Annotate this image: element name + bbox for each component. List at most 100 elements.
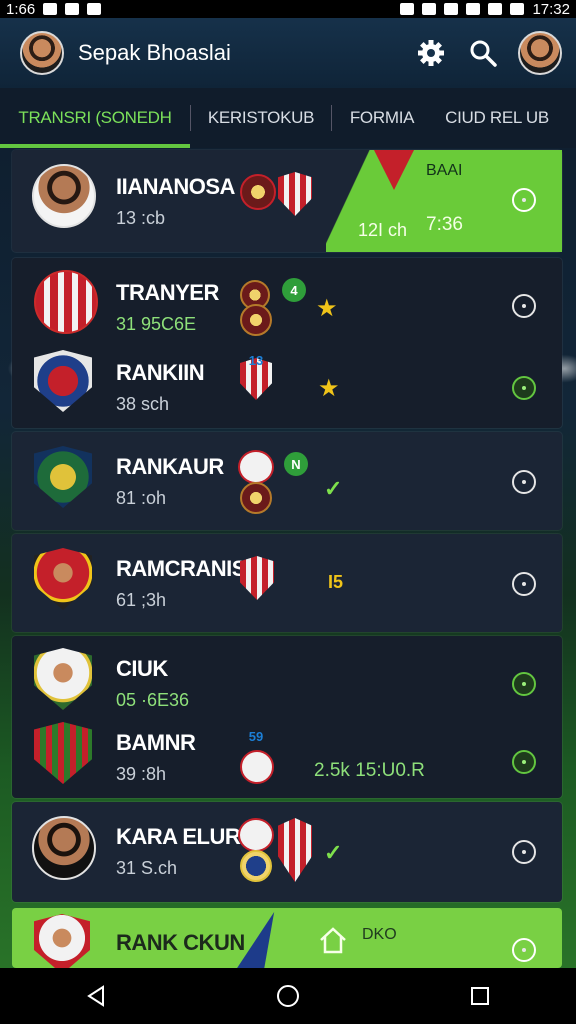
- search-button[interactable]: [466, 36, 500, 70]
- battery-icon: [510, 3, 525, 15]
- home-icon: [320, 927, 346, 954]
- player-name: RANKAUR: [116, 454, 224, 479]
- list-card[interactable]: TRANYER 31 95C6E 4 ★ RANKIIN 38 sch 13 ★: [12, 258, 562, 428]
- list-card[interactable]: CIUK 05 ·6E36 BAMNR 39 :8h 59 2.5k 15:U0…: [12, 636, 562, 798]
- player-name: RAMCRANIS: [116, 556, 246, 581]
- club-crest-icon: [238, 818, 274, 852]
- back-icon[interactable]: [83, 983, 109, 1009]
- tab-label: KERISTOKUB: [207, 108, 315, 127]
- rating-badge: 59: [248, 728, 264, 744]
- gear-icon: [418, 40, 444, 66]
- rating-badge: 4: [282, 278, 306, 302]
- star-icon: ★: [318, 375, 340, 402]
- player-name: CIUK: [116, 656, 168, 681]
- flag-icon: [372, 150, 416, 190]
- tab-bar: TRANSRI (SONEDH KERISTOKUB FORMIA CIUD R…: [0, 88, 576, 148]
- dot-icon: [522, 198, 526, 202]
- arrow-shape: [227, 912, 275, 968]
- location-icon: [422, 3, 437, 15]
- club-crest: [34, 446, 96, 508]
- player-name: BAMNR: [116, 730, 196, 755]
- dot-icon: [522, 760, 526, 764]
- item-tag: DKO: [362, 926, 397, 943]
- tab-label: CIUD REL UB: [445, 108, 549, 127]
- more-button[interactable]: [512, 572, 536, 596]
- tab-keristokub[interactable]: KERISTOKUB: [191, 88, 331, 148]
- promo-left-value: 12I ch: [358, 220, 408, 240]
- status-bar: 1:66 17:32: [0, 0, 576, 18]
- tab-formia[interactable]: FORMIA: [332, 88, 432, 148]
- dot-icon: [522, 948, 526, 952]
- club-crest-icon: [278, 818, 312, 882]
- player-name: TRANYER: [116, 280, 219, 305]
- list-card[interactable]: KARA ELUR 31 S.ch ✓: [12, 802, 562, 902]
- wifi-icon: [466, 3, 481, 15]
- list-card[interactable]: RANKAUR 81 :oh N ✓: [12, 432, 562, 530]
- home-nav-icon[interactable]: [275, 983, 301, 1009]
- club-crest: [34, 914, 96, 968]
- rating-badge: N: [284, 452, 308, 476]
- club-crest-icon: [238, 450, 274, 484]
- rating-badge: 13: [248, 352, 264, 368]
- player-subtext: 05 ·6E36: [116, 690, 190, 710]
- player-subtext: 39 :8h: [116, 764, 167, 784]
- status-time-right: 17:32: [532, 0, 570, 18]
- app-title: Sepak Bhoaslai: [78, 40, 231, 65]
- item-value: I5: [328, 572, 344, 592]
- tab-club[interactable]: CIUD REL UB: [432, 88, 562, 148]
- club-crest-icon: [240, 556, 274, 600]
- list-card[interactable]: RANK CKUN DKO: [12, 908, 562, 968]
- item-timestamp: 2.5k 15:U0.R: [314, 760, 425, 781]
- club-crest: [34, 648, 96, 710]
- more-button[interactable]: [512, 672, 536, 696]
- club-crest: [34, 722, 96, 784]
- player-subtext: 38 sch: [116, 394, 170, 414]
- more-button[interactable]: [512, 188, 536, 212]
- more-button[interactable]: [512, 376, 536, 400]
- system-nav-bar: [0, 968, 576, 1024]
- sync-icon: [43, 3, 58, 15]
- promo-label: BAAI: [426, 162, 463, 179]
- app-bar: Sepak Bhoaslai: [0, 18, 576, 88]
- tab-transfers[interactable]: TRANSRI (SONEDH: [0, 88, 190, 148]
- list-card[interactable]: IIANANOSA 13 :cb 18 BAAI 12I ch 7:36: [12, 150, 562, 252]
- check-icon: ✓: [324, 840, 343, 865]
- star-icon: ★: [316, 295, 338, 322]
- vibrate-icon: [444, 3, 459, 15]
- player-photo: [34, 270, 98, 334]
- dot-icon: [522, 582, 526, 586]
- more-button[interactable]: [512, 750, 536, 774]
- promo-banner[interactable]: BAAI 12I ch 7:36: [326, 150, 562, 252]
- dot-icon: [522, 304, 526, 308]
- dot-icon: [522, 850, 526, 854]
- tab-label: FORMIA: [349, 108, 415, 127]
- club-crest: [34, 548, 96, 610]
- user-avatar[interactable]: [518, 31, 562, 75]
- settings-button[interactable]: [414, 36, 448, 70]
- tab-label: TRANSRI (SONEDH: [18, 108, 172, 127]
- list-card[interactable]: RAMCRANIS 61 ;3h I5: [12, 534, 562, 632]
- player-name: KARA ELUR: [116, 824, 241, 849]
- dot-icon: [522, 682, 526, 686]
- player-photo: [32, 816, 96, 880]
- player-photo: [32, 164, 96, 228]
- recents-icon[interactable]: [467, 983, 493, 1009]
- more-button[interactable]: [512, 938, 536, 962]
- player-name: IIANANOSA: [116, 174, 235, 199]
- club-crest: [34, 350, 96, 412]
- notification-icon: [65, 3, 80, 15]
- club-crest-icon: [240, 482, 272, 514]
- profile-avatar[interactable]: [20, 31, 64, 75]
- more-button[interactable]: [512, 840, 536, 864]
- more-button[interactable]: [512, 294, 536, 318]
- club-crest-icon: [240, 174, 276, 210]
- promo-time: 7:36: [426, 214, 463, 235]
- message-icon: [87, 3, 102, 15]
- club-crest-icon: [240, 750, 274, 784]
- signal-icon: [488, 3, 503, 15]
- player-subtext: 13 :cb: [116, 208, 166, 228]
- club-crest-icon: [240, 304, 272, 336]
- player-subtext: 61 ;3h: [116, 590, 167, 610]
- player-name: RANKIIN: [116, 360, 205, 385]
- more-button[interactable]: [512, 470, 536, 494]
